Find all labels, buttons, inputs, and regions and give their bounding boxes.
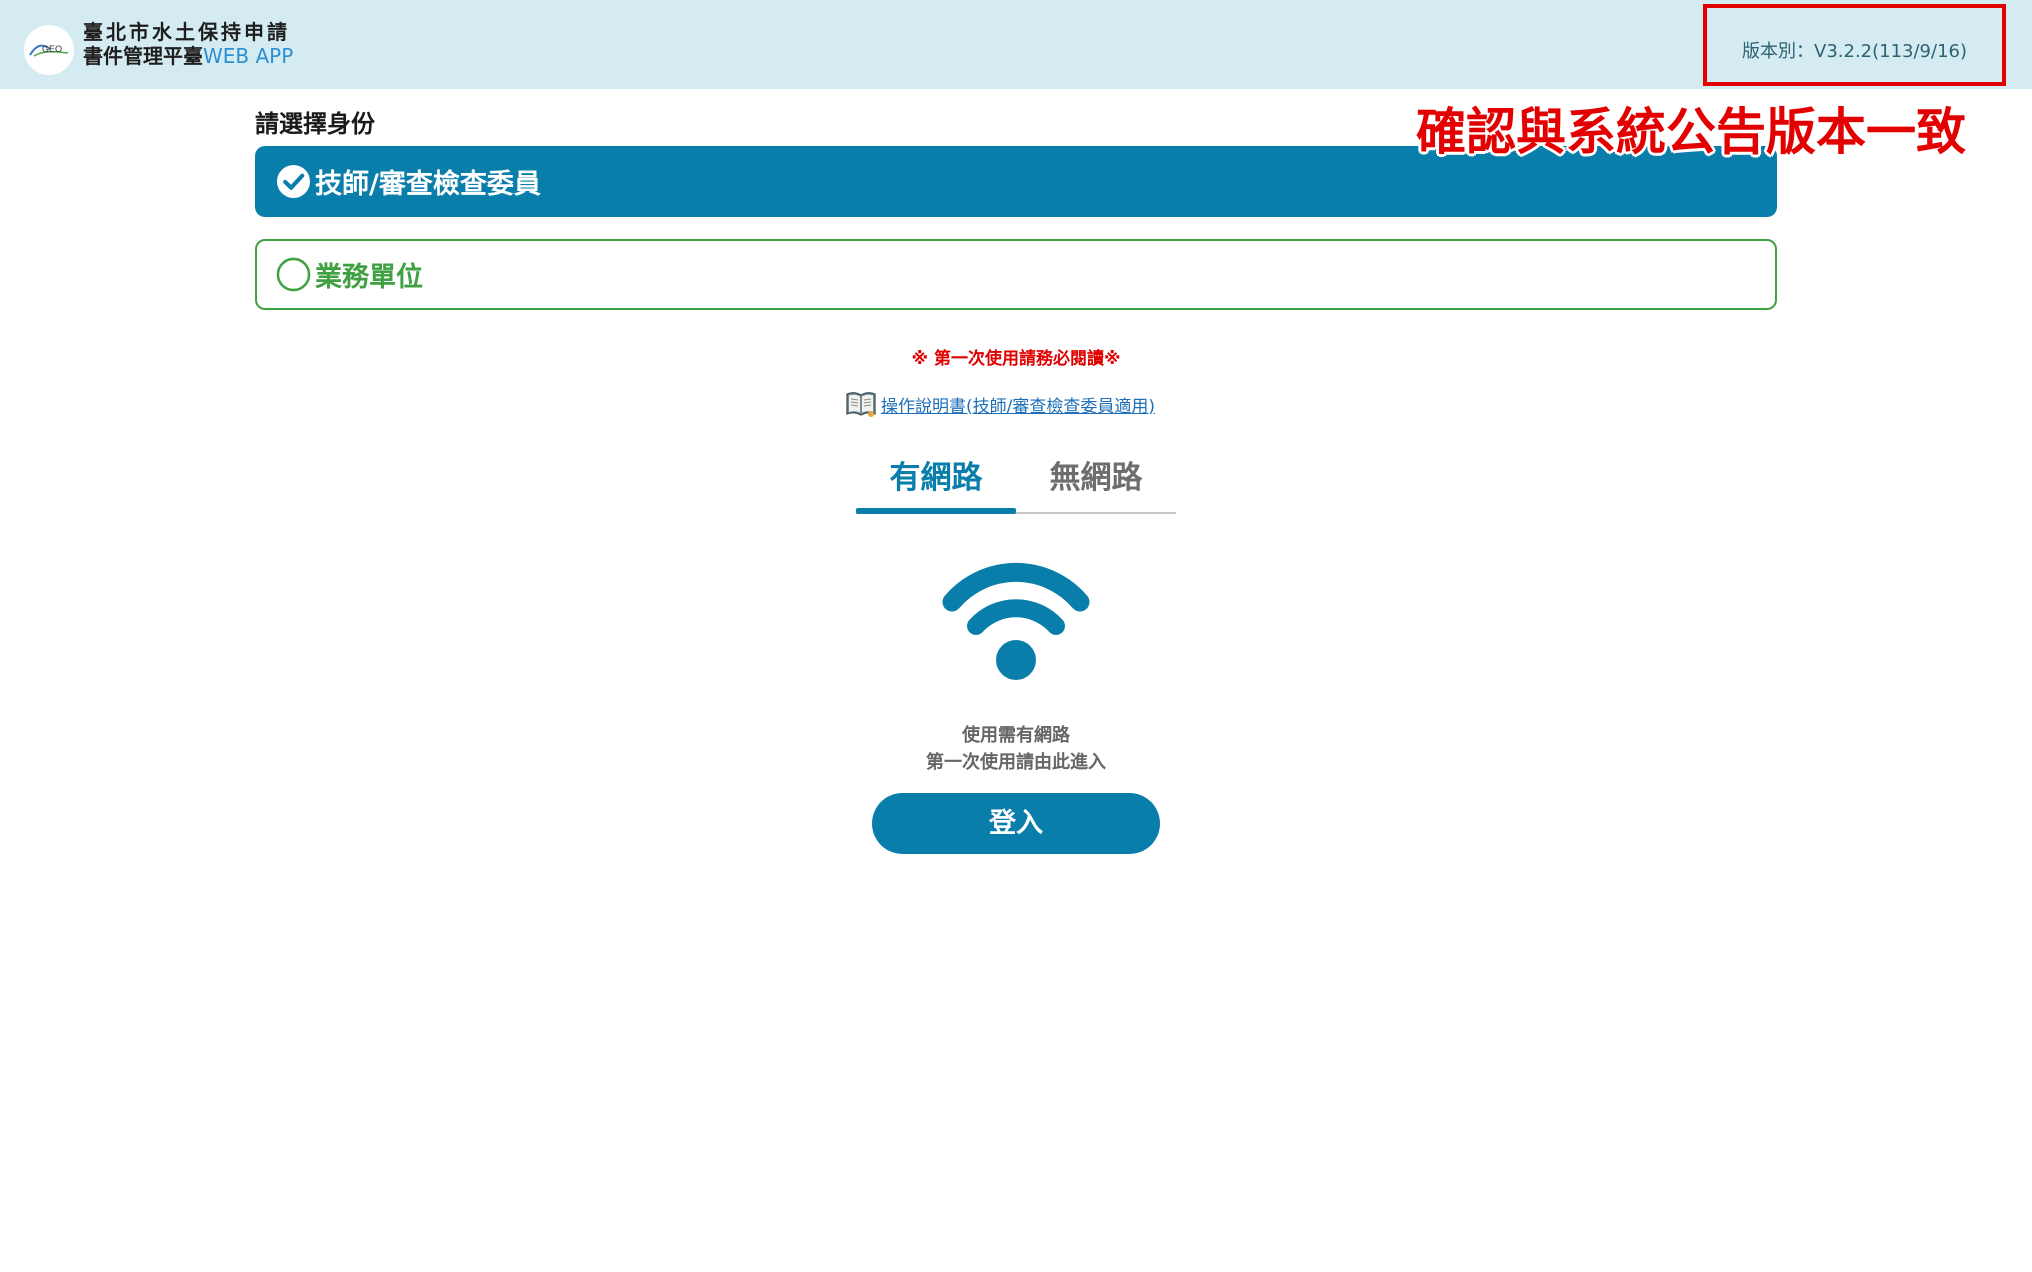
identity-option-engineer-label: 技師/審查檢查委員	[315, 169, 541, 200]
manual-link-label: 操作說明書(技師/審查檢查委員適用)	[881, 396, 1155, 417]
login-button[interactable]: 登入	[872, 793, 1160, 854]
geo-logo-icon: GEO	[29, 44, 69, 57]
app-root: GEO 臺北市水土保持申請 書件管理平臺WEB APP 版本別：V3.2.2(1…	[0, 0, 2032, 1272]
identity-option-department[interactable]: 業務單位	[255, 239, 1777, 310]
version-annotation: 確認與系統公告版本一致	[1416, 103, 1966, 161]
online-description-line2: 第一次使用請由此進入	[926, 752, 1106, 773]
app-logo: GEO	[24, 25, 74, 75]
tab-offline[interactable]: 無網路	[1016, 452, 1176, 514]
app-header: GEO 臺北市水土保持申請 書件管理平臺WEB APP 版本別：V3.2.2(1…	[0, 0, 2032, 89]
app-title: 臺北市水土保持申請 書件管理平臺WEB APP	[83, 20, 293, 68]
network-tabs: 有網路 無網路	[856, 452, 1176, 514]
identity-option-department-label: 業務單位	[315, 262, 423, 293]
app-title-line2: 書件管理平臺WEB APP	[83, 44, 293, 68]
version-label: 版本別：V3.2.2(113/9/16)	[1742, 41, 1967, 62]
check-circle-icon	[276, 164, 311, 199]
manual-link[interactable]: 操作說明書(技師/審查檢查委員適用)	[845, 390, 1155, 418]
app-title-line1: 臺北市水土保持申請	[83, 20, 290, 44]
empty-circle-icon	[276, 257, 311, 292]
first-use-notice: ※ 第一次使用請務必閱讀※	[911, 349, 1121, 369]
app-title-main: 書件管理平臺	[83, 44, 203, 68]
version-highlight-box: 版本別：V3.2.2(113/9/16)	[1703, 4, 2006, 86]
tab-online[interactable]: 有網路	[856, 452, 1016, 514]
online-description-line1: 使用需有網路	[962, 725, 1070, 746]
identity-label: 請選擇身份	[255, 110, 375, 138]
wifi-icon	[942, 562, 1090, 680]
app-title-suffix: WEB APP	[203, 44, 294, 68]
online-description: 使用需有網路 第一次使用請由此進入	[0, 722, 2032, 776]
svg-text:GEO: GEO	[42, 44, 62, 54]
book-icon	[846, 392, 876, 417]
